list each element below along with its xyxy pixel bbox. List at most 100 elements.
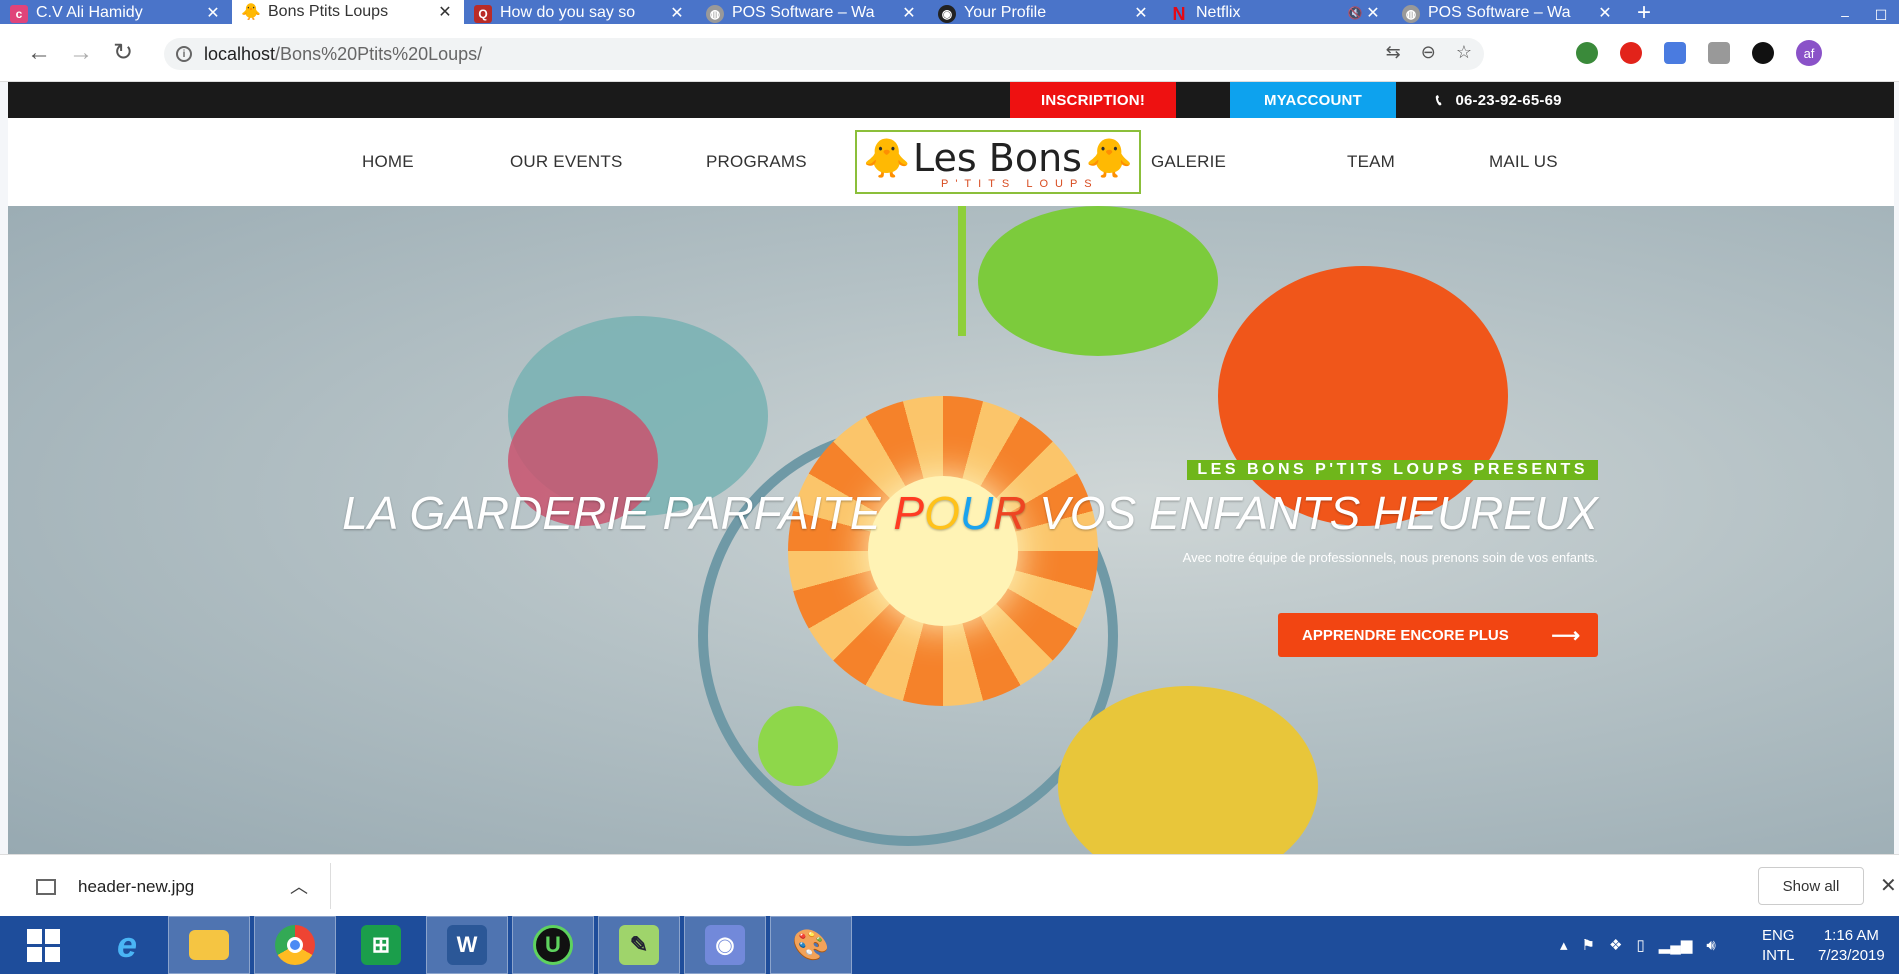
translate-icon[interactable]: ⇆: [1386, 42, 1401, 63]
extension-opera-icon[interactable]: [1620, 42, 1642, 64]
tab-bons-ptits-loups[interactable]: 🐥 Bons Ptits Loups ✕: [232, 0, 464, 24]
info-icon[interactable]: i: [176, 46, 192, 62]
headline-letter: R: [993, 487, 1027, 539]
paint-button[interactable]: 🎨: [770, 916, 852, 974]
address-bar[interactable]: i localhost/Bons%20Ptits%20Loups/ ⇆ ⊖ ☆: [164, 38, 1484, 70]
word-button[interactable]: W: [426, 916, 508, 974]
url-path: /Bons%20Ptits%20Loups/: [275, 43, 483, 64]
phone-number: 06-23-92-65-69: [1455, 91, 1562, 109]
tab-netflix[interactable]: N Netflix 🔇 ✕: [1160, 2, 1392, 24]
close-icon[interactable]: ✕: [668, 3, 686, 23]
browser-toolbar: ← → ↻ i localhost/Bons%20Ptits%20Loups/ …: [0, 24, 1899, 82]
duck-icon: 🐥: [1085, 138, 1133, 180]
system-clock[interactable]: 1:16 AM 7/23/2019: [1818, 926, 1885, 966]
volume-icon[interactable]: 🔊︎: [1706, 937, 1715, 954]
speaker-muted-icon[interactable]: 🔇: [1346, 6, 1364, 20]
close-icon[interactable]: ✕: [900, 3, 918, 23]
extension-translate-icon[interactable]: [1664, 42, 1686, 64]
headline-letter: U: [959, 487, 994, 539]
back-arrow-icon[interactable]: ←: [18, 39, 60, 67]
tab-cv[interactable]: c C.V Ali Hamidy ✕: [0, 2, 232, 24]
main-navigation: HOME OUR EVENTS PROGRAMS 🐥 Les Bons P'TI…: [8, 118, 1894, 206]
my-account-button[interactable]: MYACCOUNT: [1230, 82, 1396, 118]
nav-programs[interactable]: PROGRAMS: [706, 152, 807, 172]
tab-strip: c C.V Ali Hamidy ✕ 🐥 Bons Ptits Loups ✕ …: [0, 0, 1899, 25]
tab-github-profile[interactable]: ◉ Your Profile ✕: [928, 2, 1160, 24]
tab-title: POS Software – Wa: [1428, 4, 1571, 21]
discord-button[interactable]: ◉: [684, 916, 766, 974]
clock-date: 7/23/2019: [1818, 947, 1885, 964]
folder-icon: [189, 930, 229, 960]
url-text[interactable]: localhost/Bons%20Ptits%20Loups/: [204, 44, 482, 65]
reload-icon[interactable]: ↻: [102, 38, 144, 67]
hero-headline: LA GARDERIE PARFAITE POUR VOS ENFANTS HE…: [342, 486, 1598, 540]
extension-globe-icon[interactable]: [1576, 42, 1598, 64]
tab-title: C.V Ali Hamidy: [36, 4, 143, 21]
extension-circle-icon[interactable]: [1752, 42, 1774, 64]
notepad-plus-button[interactable]: ✎: [598, 916, 680, 974]
upwork-button[interactable]: U: [512, 916, 594, 974]
upwork-icon: U: [533, 925, 573, 965]
maximize-icon[interactable]: ☐: [1863, 7, 1899, 24]
file-explorer-button[interactable]: [168, 916, 250, 974]
close-icon[interactable]: ✕: [1596, 3, 1614, 23]
download-item[interactable]: header-new.jpg: [36, 877, 194, 897]
nav-mail-us[interactable]: MAIL US: [1489, 152, 1558, 172]
zoom-icon[interactable]: ⊖: [1421, 42, 1436, 63]
chrome-button[interactable]: [254, 916, 336, 974]
nav-our-events[interactable]: OUR EVENTS: [510, 152, 623, 172]
tab-title: How do you say so: [500, 4, 636, 21]
globe-favicon-icon: ◍: [706, 5, 724, 23]
bookmark-star-icon[interactable]: ☆: [1456, 42, 1472, 63]
nav-home[interactable]: HOME: [362, 152, 414, 172]
green-ball-shape: [758, 706, 838, 786]
close-icon[interactable]: ✕: [436, 2, 454, 22]
site-logo[interactable]: 🐥 Les Bons P'TITS LOUPS 🐥: [855, 130, 1141, 194]
tab-pos-software-2[interactable]: ◍ POS Software – Wa ✕: [1392, 2, 1624, 24]
flag-icon[interactable]: ⚑: [1582, 936, 1595, 954]
chevron-up-icon[interactable]: ︿: [290, 873, 308, 899]
learn-more-button[interactable]: APPRENDRE ENCORE PLUS ⟶: [1278, 613, 1598, 657]
dropbox-icon[interactable]: ❖: [1609, 936, 1622, 954]
language-indicator[interactable]: ENG INTL: [1762, 926, 1795, 966]
show-all-button[interactable]: Show all: [1758, 867, 1864, 905]
image-file-icon: [36, 879, 56, 895]
window-controls: – ☐: [1827, 7, 1899, 24]
minimize-icon[interactable]: –: [1827, 7, 1863, 24]
close-icon[interactable]: ✕: [1132, 3, 1150, 23]
tab-quora[interactable]: Q How do you say so ✕: [464, 2, 696, 24]
notepad-icon: ✎: [619, 925, 659, 965]
nav-galerie[interactable]: GALERIE: [1151, 152, 1226, 172]
headline-part: LA GARDERIE PARFAITE: [342, 487, 894, 539]
duck-icon: 🐥: [863, 138, 911, 180]
language-code: ENG: [1762, 927, 1795, 944]
close-icon[interactable]: ✕: [1880, 873, 1897, 898]
hero-banner: LES BONS P'TITS LOUPS PRESENTS LA GARDER…: [8, 206, 1894, 854]
download-filename: header-new.jpg: [78, 877, 195, 896]
inscription-button[interactable]: INSCRIPTION!: [1010, 82, 1176, 118]
extension-cube-icon[interactable]: [1708, 42, 1730, 64]
nav-team[interactable]: TEAM: [1347, 152, 1395, 172]
discord-icon: ◉: [705, 925, 745, 965]
url-host: localhost: [204, 43, 276, 64]
close-icon[interactable]: ✕: [204, 3, 222, 23]
store-icon: ⊞: [361, 925, 401, 965]
new-tab-button[interactable]: +: [1624, 1, 1664, 25]
headline-letter: O: [924, 487, 960, 539]
windows-start-button[interactable]: [0, 916, 86, 974]
tab-title: Bons Ptits Loups: [268, 3, 389, 20]
close-icon[interactable]: ✕: [1364, 3, 1382, 23]
windows-logo-icon: [26, 928, 60, 962]
arrow-right-icon: ⟶: [1551, 624, 1580, 647]
store-button[interactable]: ⊞: [340, 916, 422, 974]
system-tray: ▴ ⚑ ❖ ▯ ▂▄▆ 🔊︎: [1560, 916, 1716, 974]
internet-explorer-button[interactable]: e: [86, 916, 168, 974]
signal-icon[interactable]: ▂▄▆: [1659, 936, 1693, 954]
forward-arrow-icon[interactable]: →: [60, 39, 102, 67]
tab-title: POS Software – Wa: [732, 4, 875, 21]
chrome-icon: [275, 925, 315, 965]
chevron-up-icon[interactable]: ▴: [1560, 936, 1568, 954]
tab-pos-software-1[interactable]: ◍ POS Software – Wa ✕: [696, 2, 928, 24]
profile-avatar[interactable]: af: [1796, 40, 1822, 66]
battery-icon[interactable]: ▯: [1636, 936, 1644, 954]
